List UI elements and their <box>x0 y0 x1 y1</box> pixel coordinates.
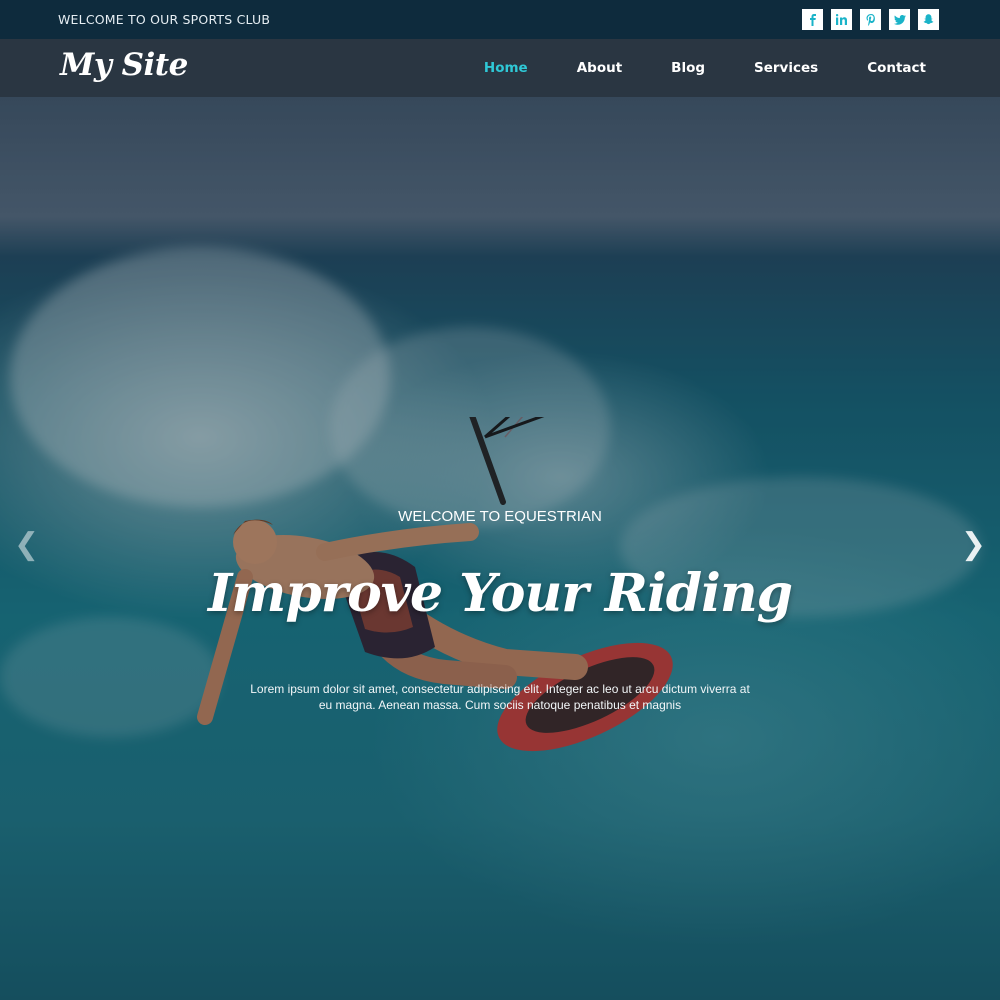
site-logo[interactable]: My Site <box>60 47 188 83</box>
site-header: My Site Home About Blog Services Contact <box>0 39 1000 97</box>
nav-services[interactable]: Services <box>754 60 818 76</box>
hero-slider: ❮ ❯ WELCOME TO EQUESTRIAN Improve Your R… <box>0 97 1000 1000</box>
linkedin-icon[interactable] <box>831 9 852 30</box>
top-bar: WELCOME TO OUR SPORTS CLUB <box>0 0 1000 39</box>
welcome-text: WELCOME TO OUR SPORTS CLUB <box>58 12 271 27</box>
nav-contact[interactable]: Contact <box>867 60 926 76</box>
hero-subtitle: WELCOME TO EQUESTRIAN <box>398 508 602 525</box>
nav-home[interactable]: Home <box>484 60 528 76</box>
nav-about[interactable]: About <box>577 60 622 76</box>
slider-prev-arrow[interactable]: ❮ <box>14 527 39 562</box>
pinterest-icon[interactable] <box>860 9 881 30</box>
hero-description-line2: eu magna. Aenean massa. Cum sociis natoq… <box>318 698 682 712</box>
twitter-icon[interactable] <box>889 9 910 30</box>
hero-description-line1: Lorem ipsum dolor sit amet, consectetur … <box>250 682 750 696</box>
hero-title: Improve Your Riding <box>207 563 793 624</box>
nav-blog[interactable]: Blog <box>671 60 705 76</box>
hero-description: Lorem ipsum dolor sit amet, consectetur … <box>250 681 750 713</box>
main-nav: Home About Blog Services Contact <box>435 39 926 97</box>
snapchat-icon[interactable] <box>918 9 939 30</box>
facebook-icon[interactable] <box>802 9 823 30</box>
slider-next-arrow[interactable]: ❯ <box>961 527 986 562</box>
hero-overlay <box>0 97 1000 1000</box>
social-links <box>802 9 939 30</box>
